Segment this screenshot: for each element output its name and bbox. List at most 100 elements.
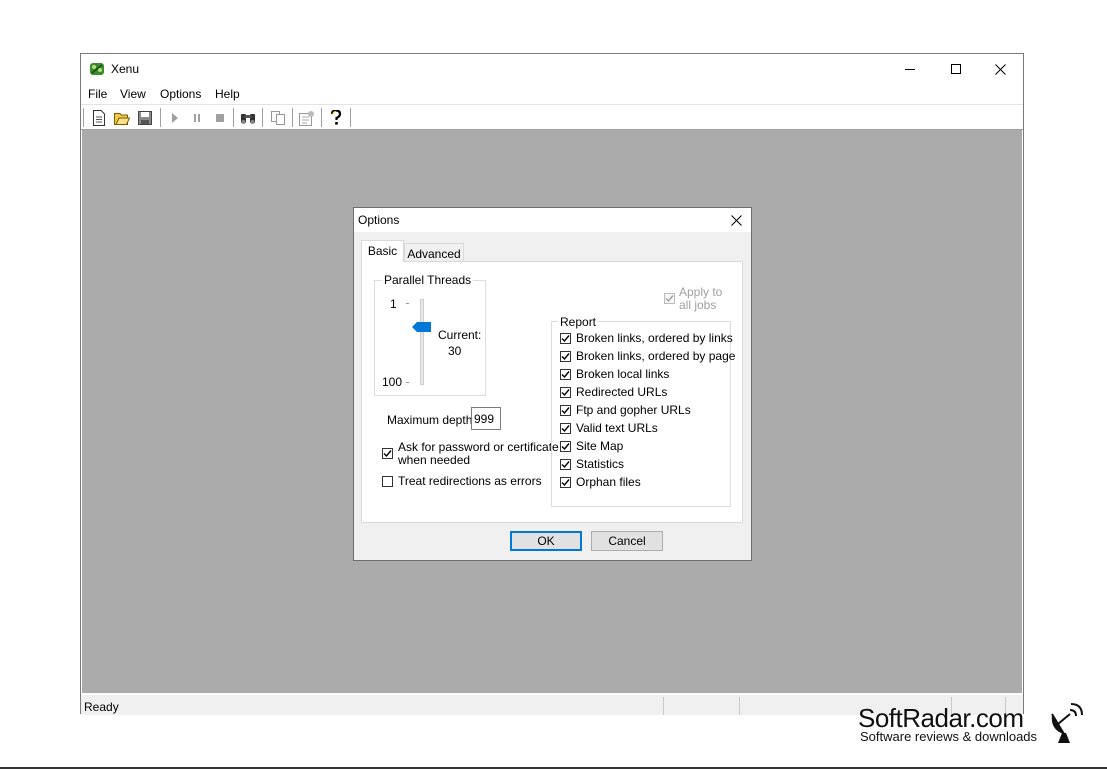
- checkmark-icon: [561, 479, 570, 487]
- close-button[interactable]: [977, 54, 1023, 84]
- report-option-row[interactable]: Site Map: [560, 439, 730, 455]
- slider-min-label: 1: [390, 297, 397, 311]
- properties-button[interactable]: [298, 109, 316, 127]
- title-bar[interactable]: Xenu: [81, 54, 1023, 84]
- menu-options[interactable]: Options: [160, 87, 201, 101]
- window-title: Xenu: [111, 62, 140, 76]
- report-option-row[interactable]: Redirected URLs: [560, 385, 730, 401]
- current-value: 30: [448, 344, 462, 358]
- checkmark-icon: [561, 353, 570, 361]
- report-option-row[interactable]: Ftp and gopher URLs: [560, 403, 730, 419]
- report-option-checkbox[interactable]: [560, 477, 571, 488]
- report-option-label: Site Map: [576, 439, 624, 453]
- copy-button[interactable]: [269, 109, 287, 127]
- save-button[interactable]: [136, 109, 154, 127]
- report-option-row[interactable]: Broken local links: [560, 367, 730, 383]
- properties-icon: [299, 111, 314, 126]
- pause-icon: [194, 114, 200, 122]
- checkmark-icon: [561, 461, 570, 469]
- new-icon: [93, 110, 105, 126]
- report-option-label: Orphan files: [576, 475, 641, 489]
- stop-button[interactable]: [211, 109, 229, 127]
- treat-redirections-label: Treat redirections as errors: [398, 474, 542, 488]
- dialog-close-button[interactable]: [722, 210, 750, 230]
- checkmark-icon: [383, 450, 392, 458]
- status-divider: [663, 697, 664, 715]
- threads-slider-thumb[interactable]: [412, 321, 432, 332]
- toolbar-separator: [233, 108, 234, 127]
- toolbar-separator: [350, 108, 351, 127]
- open-button[interactable]: [113, 109, 131, 127]
- help-icon: [330, 110, 342, 125]
- ask-password-label-line1: Ask for password or certificate: [398, 440, 559, 454]
- checkmark-icon: [665, 295, 674, 303]
- play-button[interactable]: [166, 109, 184, 127]
- report-option-checkbox[interactable]: [560, 387, 571, 398]
- current-label: Current:: [438, 328, 482, 342]
- treat-redirections-checkbox[interactable]: [382, 476, 393, 487]
- watermark-tagline: Software reviews & downloads: [860, 729, 1038, 744]
- report-option-checkbox[interactable]: [560, 369, 571, 380]
- status-text: Ready: [84, 700, 119, 714]
- checkmark-icon: [561, 371, 570, 379]
- xenu-app-icon: [89, 61, 105, 77]
- report-option-checkbox[interactable]: [560, 423, 571, 434]
- minimize-button[interactable]: [887, 54, 933, 84]
- report-option-checkbox[interactable]: [560, 459, 571, 470]
- close-icon: [730, 214, 742, 226]
- report-option-checkbox[interactable]: [560, 333, 571, 344]
- report-option-row[interactable]: Orphan files: [560, 475, 730, 491]
- report-option-label: Ftp and gopher URLs: [576, 403, 691, 417]
- toolbar: [81, 104, 1023, 130]
- help-button[interactable]: [327, 109, 345, 127]
- tab-basic[interactable]: Basic: [361, 240, 404, 262]
- checkmark-icon: [561, 335, 570, 343]
- max-depth-input[interactable]: [471, 407, 501, 430]
- apply-all-jobs-checkbox[interactable]: [664, 293, 675, 304]
- stop-icon: [216, 114, 224, 122]
- toolbar-grip: [83, 108, 84, 127]
- checkmark-icon: [561, 389, 570, 397]
- slider-tick: [406, 303, 409, 304]
- ask-password-checkbox[interactable]: [382, 448, 393, 459]
- menu-help[interactable]: Help: [215, 87, 240, 101]
- find-button[interactable]: [239, 109, 257, 127]
- toolbar-separator: [292, 108, 293, 127]
- report-option-row[interactable]: Broken links, ordered by links: [560, 331, 733, 347]
- parallel-threads-label: Parallel Threads: [382, 273, 474, 287]
- report-option-row[interactable]: Valid text URLs: [560, 421, 730, 437]
- apply-all-jobs-label-line2: all jobs: [679, 298, 717, 312]
- maximize-button[interactable]: [933, 54, 979, 84]
- save-icon: [138, 111, 152, 125]
- report-option-label: Broken local links: [576, 367, 670, 381]
- report-option-label: Broken links, ordered by page: [576, 349, 736, 363]
- slider-max-label: 100: [382, 375, 403, 389]
- dialog-title-bar[interactable]: Options: [354, 208, 751, 232]
- report-option-row[interactable]: Statistics: [560, 457, 730, 473]
- play-icon: [172, 113, 178, 123]
- pause-button[interactable]: [188, 109, 206, 127]
- satellite-dish-icon: [1046, 700, 1086, 744]
- ok-button[interactable]: OK: [510, 531, 582, 551]
- report-option-checkbox[interactable]: [560, 441, 571, 452]
- menu-file[interactable]: File: [88, 87, 107, 101]
- tab-advanced[interactable]: Advanced: [404, 243, 464, 262]
- max-depth-label: Maximum depth:: [387, 413, 476, 427]
- slider-tick: [406, 382, 409, 383]
- checkmark-icon: [561, 443, 570, 451]
- apply-all-jobs-label: Apply to all jobs: [679, 286, 722, 312]
- threads-slider-track[interactable]: [420, 299, 424, 385]
- report-option-checkbox[interactable]: [560, 405, 571, 416]
- ask-password-label: Ask for password or certificate when nee…: [398, 441, 559, 467]
- find-icon: [241, 114, 255, 124]
- report-option-row[interactable]: Broken links, ordered by page: [560, 349, 735, 365]
- report-option-label: Statistics: [576, 457, 625, 471]
- menu-view[interactable]: View: [120, 87, 146, 101]
- status-divider: [739, 697, 740, 715]
- new-button[interactable]: [90, 109, 108, 127]
- toolbar-separator: [160, 108, 161, 127]
- report-option-checkbox[interactable]: [560, 351, 571, 362]
- toolbar-separator: [321, 108, 322, 127]
- report-options-list: Broken links, ordered by links Broken lin…: [560, 331, 735, 501]
- cancel-button[interactable]: Cancel: [591, 531, 663, 551]
